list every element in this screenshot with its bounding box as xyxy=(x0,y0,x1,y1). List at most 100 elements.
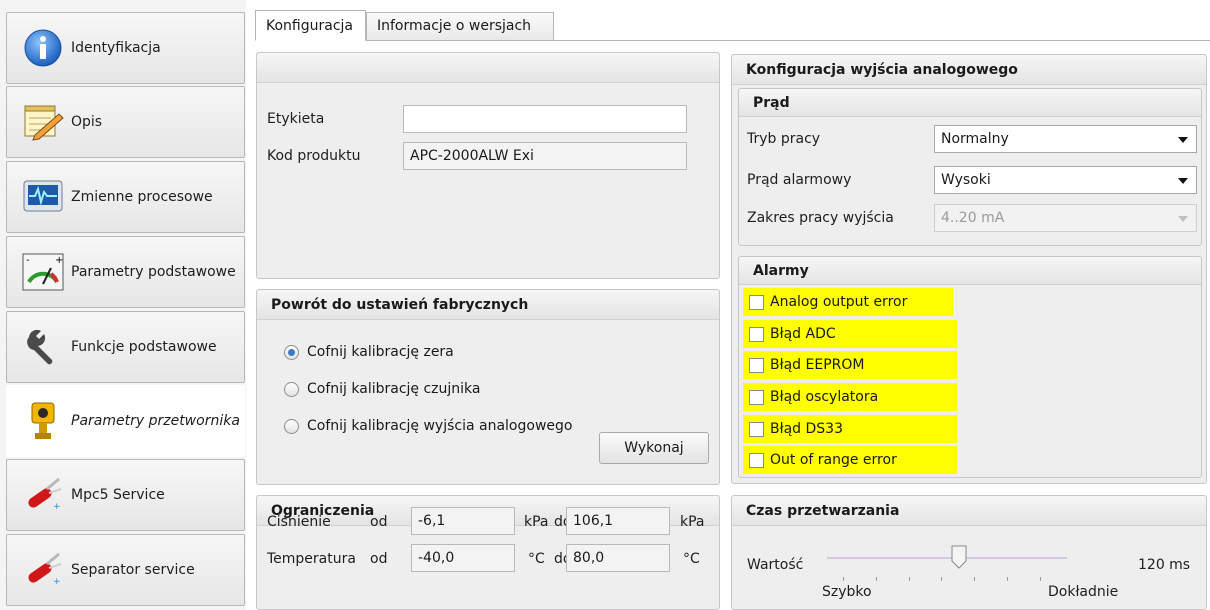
tryb-pracy-value: Normalny xyxy=(941,131,1009,147)
radio-label: Cofnij kalibrację zera xyxy=(307,344,454,360)
alarm-label: Błąd ADC xyxy=(770,326,836,342)
processing-time-title: Czas przetwarzania xyxy=(732,496,1206,526)
alarm-label: Analog output error xyxy=(770,294,908,310)
svg-text:+: + xyxy=(53,577,61,587)
sidebar-item-identyfikacja[interactable]: Identyfikacja xyxy=(6,12,245,84)
sidebar-item-zmienne-procesowe[interactable]: Zmienne procesowe xyxy=(6,161,245,233)
radio-label: Cofnij kalibrację wyjścia analogowego xyxy=(307,418,573,434)
processing-value: 120 ms xyxy=(1138,557,1191,573)
radio-cofnij-kalibracje-czujnika[interactable]: Cofnij kalibrację czujnika xyxy=(284,381,480,397)
svg-text:+: + xyxy=(53,502,61,512)
temperature-from-unit: °C xyxy=(528,551,545,567)
slider-tick xyxy=(941,577,942,581)
temperature-to-unit: °C xyxy=(683,551,700,567)
checkbox[interactable] xyxy=(749,357,764,373)
radio-button[interactable] xyxy=(284,344,299,360)
radio-button[interactable] xyxy=(284,381,299,397)
svg-text:-: - xyxy=(26,255,30,266)
temperature-to-field[interactable]: 80,0 xyxy=(566,544,670,572)
checkbox[interactable] xyxy=(749,421,764,437)
alarm-label: Błąd EEPROM xyxy=(770,357,865,373)
alarm-blad-oscylatora[interactable]: Błąd oscylatora xyxy=(743,383,957,411)
slider-tick xyxy=(909,577,910,581)
monitor-waveform-icon xyxy=(19,173,67,221)
wrench-icon xyxy=(19,323,67,371)
alarm-blad-ds33[interactable]: Błąd DS33 xyxy=(743,415,957,443)
chevron-down-icon xyxy=(1178,216,1188,222)
zakres-pracy-value: 4..20 mA xyxy=(941,210,1005,226)
tab-strip-divider xyxy=(255,40,1210,41)
zakres-pracy-label: Zakres pracy wyjścia xyxy=(747,210,894,226)
sidebar-item-label: Zmienne procesowe xyxy=(71,189,213,205)
alarms-title: Alarmy xyxy=(739,257,1201,285)
tab-konfiguracja[interactable]: Konfiguracja xyxy=(255,10,366,41)
slider-min-label: Szybko xyxy=(822,584,872,600)
svg-text:+: + xyxy=(55,255,63,266)
wykonaj-button[interactable]: Wykonaj xyxy=(599,432,709,464)
swiss-knife-icon: + xyxy=(19,471,67,519)
info-icon xyxy=(19,24,67,72)
radio-button[interactable] xyxy=(284,418,299,434)
processing-time-panel: Czas przetwarzania xyxy=(731,495,1207,610)
checkbox[interactable] xyxy=(749,452,764,468)
gauge-icon: - + xyxy=(19,248,67,296)
sidebar-item-parametry-przetwornika[interactable]: Parametry przetwornika xyxy=(6,385,245,457)
processing-slider-track[interactable] xyxy=(827,557,1067,559)
radio-label: Cofnij kalibrację czujnika xyxy=(307,381,481,397)
zakres-pracy-select[interactable]: 4..20 mA xyxy=(934,204,1197,232)
wartosc-label: Wartość xyxy=(747,557,804,573)
sidebar-item-label: Parametry podstawowe xyxy=(71,264,236,280)
notepad-pencil-icon xyxy=(19,98,67,146)
cisnienie-label: Ciśnienie xyxy=(267,514,331,530)
tryb-pracy-label: Tryb pracy xyxy=(747,131,821,147)
slider-tick xyxy=(1040,577,1041,581)
od-label: od xyxy=(370,514,388,530)
alarm-blad-adc[interactable]: Błąd ADC xyxy=(743,320,957,348)
alarm-label: Błąd DS33 xyxy=(770,421,843,437)
slider-tick xyxy=(1007,577,1008,581)
sidebar-item-label: Parametry przetwornika xyxy=(71,413,240,429)
kod-produktu-field[interactable]: APC-2000ALW Exi xyxy=(403,142,687,170)
tab-informacje-o-wersjach[interactable]: Informacje o wersjach xyxy=(366,12,554,41)
pressure-to-unit: kPa xyxy=(680,514,705,530)
checkbox[interactable] xyxy=(749,326,764,342)
chevron-down-icon xyxy=(1178,178,1188,184)
processing-slider-thumb[interactable] xyxy=(951,545,967,569)
sidebar-item-separator-service[interactable]: + Separator service xyxy=(6,534,245,606)
radio-cofnij-kalibracje-wyjscia[interactable]: Cofnij kalibrację wyjścia analogowego xyxy=(284,418,572,434)
transmitter-icon xyxy=(19,397,67,445)
sidebar-item-funkcje-podstawowe[interactable]: Funkcje podstawowe xyxy=(6,311,245,383)
analog-output-title: Konfiguracja wyjścia analogowego xyxy=(732,55,1206,85)
chevron-down-icon xyxy=(1178,137,1188,143)
sidebar-item-mpc5-service[interactable]: + Mpc5 Service xyxy=(6,459,245,531)
current-title: Prąd xyxy=(739,89,1201,117)
od-label: od xyxy=(370,551,388,567)
identity-panel-header xyxy=(257,53,719,83)
sidebar-item-label: Opis xyxy=(71,114,103,130)
slider-tick xyxy=(843,577,844,581)
alarm-out-of-range-error[interactable]: Out of range error xyxy=(743,446,957,474)
prad-alarmowy-value: Wysoki xyxy=(941,172,991,188)
factory-reset-title: Powrót do ustawień fabrycznych xyxy=(257,290,719,320)
checkbox[interactable] xyxy=(749,294,764,310)
sidebar-item-label: Separator service xyxy=(71,562,195,578)
radio-cofnij-kalibracje-zera[interactable]: Cofnij kalibrację zera xyxy=(284,344,454,360)
prad-alarmowy-select[interactable]: Wysoki xyxy=(934,166,1197,194)
pressure-from-unit: kPa xyxy=(524,514,549,530)
etykieta-field[interactable] xyxy=(403,105,687,133)
slider-tick xyxy=(876,577,877,581)
pressure-from-field[interactable]: -6,1 xyxy=(411,507,515,535)
swiss-knife-icon: + xyxy=(19,546,67,594)
alarm-blad-eeprom[interactable]: Błąd EEPROM xyxy=(743,351,957,379)
alarm-label: Błąd oscylatora xyxy=(770,389,879,405)
temperature-from-field[interactable]: -40,0 xyxy=(411,544,515,572)
sidebar-item-opis[interactable]: Opis xyxy=(6,86,245,158)
slider-tick xyxy=(974,577,975,581)
sidebar-item-parametry-podstawowe[interactable]: - + Parametry podstawowe xyxy=(6,236,245,308)
checkbox[interactable] xyxy=(749,389,764,405)
pressure-to-field[interactable]: 106,1 xyxy=(566,507,670,535)
etykieta-label: Etykieta xyxy=(267,111,325,127)
alarm-analog-output-error[interactable]: Analog output error xyxy=(743,288,953,316)
kod-produktu-label: Kod produktu xyxy=(267,148,361,164)
tryb-pracy-select[interactable]: Normalny xyxy=(934,125,1197,153)
